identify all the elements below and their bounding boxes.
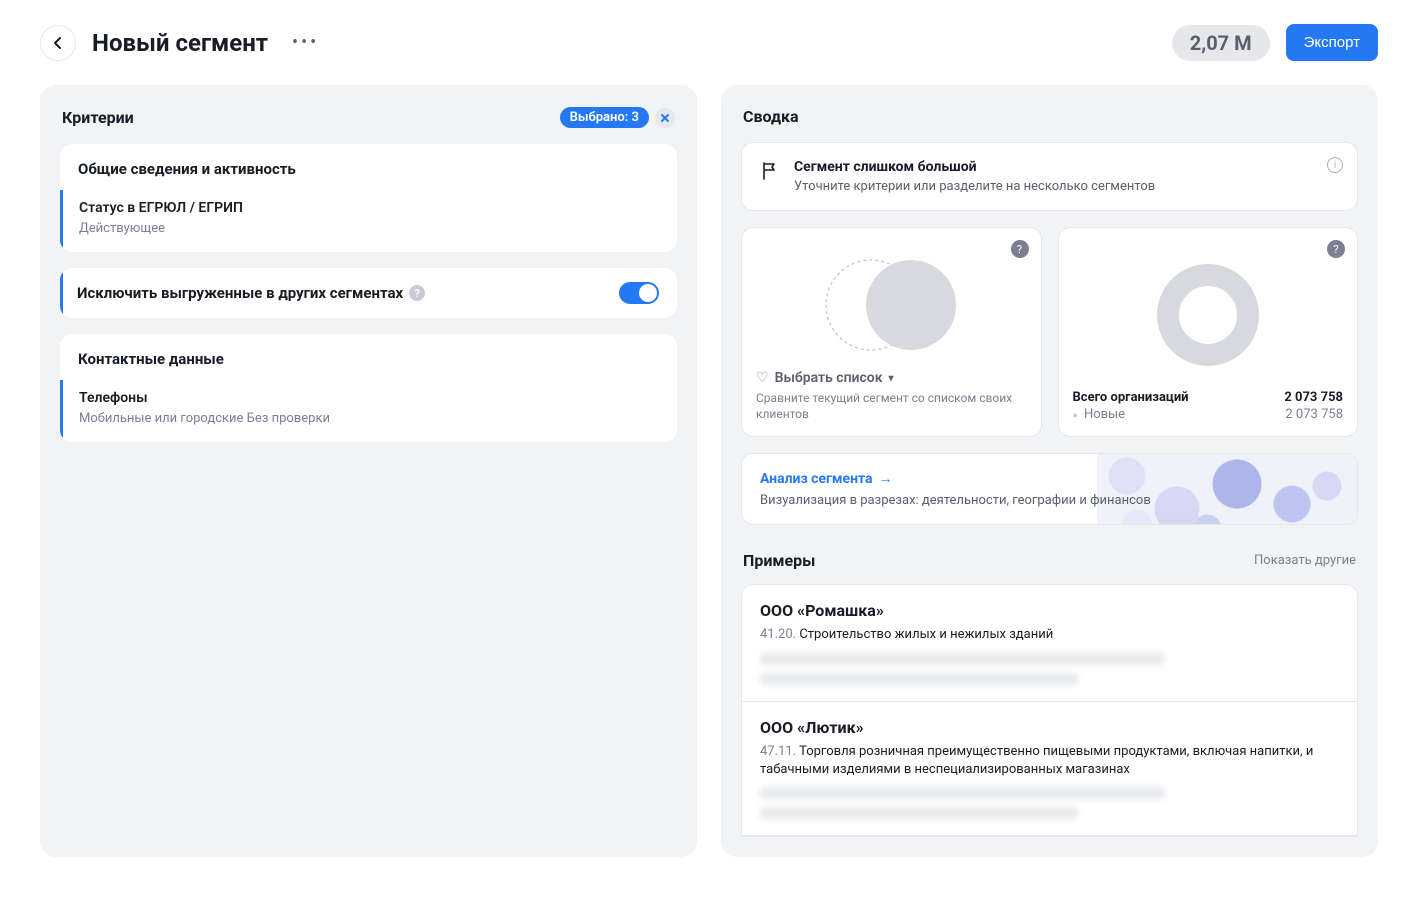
selected-count-badge[interactable]: Выбрано: 3 <box>560 107 649 128</box>
show-more-link[interactable]: Показать другие <box>1254 553 1356 568</box>
info-icon[interactable]: i <box>1327 157 1343 173</box>
help-icon[interactable]: ? <box>409 285 425 301</box>
example-code: 47.11. <box>760 744 796 759</box>
page-title: Новый сегмент <box>92 29 268 57</box>
criteria-section-title: Общие сведения и активность <box>60 144 677 190</box>
redacted-line <box>760 807 1078 819</box>
redacted-line <box>760 673 1078 685</box>
example-code: 41.20. <box>760 627 796 642</box>
heart-icon: ♡ <box>756 370 769 386</box>
criteria-card-general: Общие сведения и активность Статус в ЕГР… <box>60 144 677 252</box>
venn-diagram-icon <box>801 250 981 360</box>
examples-title: Примеры <box>743 551 815 570</box>
criteria-title: Критерии <box>62 108 134 127</box>
select-list-button[interactable]: ♡ Выбрать список ▾ <box>756 370 1027 386</box>
flag-icon <box>760 161 780 181</box>
donut-total-value: 2 073 758 <box>1284 390 1343 405</box>
exclude-toggle[interactable] <box>619 282 659 304</box>
exclude-toggle-label: Исключить выгруженные в других сегментах <box>77 284 403 302</box>
criteria-item-sub: Мобильные или городские Без проверки <box>79 410 659 428</box>
criteria-item[interactable]: Телефоны Мобильные или городские Без про… <box>60 380 677 442</box>
clear-selection-button[interactable] <box>655 108 675 128</box>
more-menu-button[interactable]: ••• <box>284 32 327 53</box>
count-badge: 2,07 М <box>1172 25 1270 61</box>
alert-title: Сегмент слишком большой <box>794 159 1155 175</box>
alert-sub: Уточните критерии или разделите на неско… <box>794 179 1155 194</box>
help-icon[interactable]: ? <box>1011 240 1029 258</box>
criteria-item-sub: Действующее <box>79 220 659 238</box>
example-name: ООО «Ромашка» <box>760 601 1339 620</box>
donut-widget: ? Всего организаций 2 073 758 Новые 2 07… <box>1058 227 1359 437</box>
close-icon <box>660 113 670 123</box>
examples-list: ООО «Ромашка» 41.20. Строительство жилых… <box>741 584 1358 837</box>
help-icon[interactable]: ? <box>1327 240 1345 258</box>
compare-widget: ? ♡ Выбрать список ▾ Сравните текущий се… <box>741 227 1042 437</box>
chevron-down-icon: ▾ <box>889 373 894 384</box>
example-desc: Строительство жилых и нежилых зданий <box>799 627 1053 642</box>
donut-new-value: 2 073 758 <box>1285 407 1343 422</box>
donut-total-label: Всего организаций <box>1073 390 1189 405</box>
criteria-item-name: Телефоны <box>79 390 659 406</box>
donut-new-label: Новые <box>1073 407 1126 422</box>
export-button[interactable]: Экспорт <box>1286 24 1378 61</box>
criteria-column: Критерии Выбрано: 3 Общие сведения и акт… <box>40 85 697 857</box>
criteria-section-title: Контактные данные <box>60 334 677 380</box>
criteria-card-contact: Контактные данные Телефоны Мобильные или… <box>60 334 677 442</box>
criteria-item-name: Статус в ЕГРЮЛ / ЕГРИП <box>79 200 659 216</box>
compare-widget-desc: Сравните текущий сегмент со списком свои… <box>756 390 1027 422</box>
alert-segment-too-big: Сегмент слишком большой Уточните критери… <box>741 142 1358 211</box>
exclude-card: Исключить выгруженные в других сегментах… <box>60 268 677 318</box>
example-name: ООО «Лютик» <box>760 718 1339 737</box>
arrow-left-icon <box>50 35 66 51</box>
criteria-item[interactable]: Статус в ЕГРЮЛ / ЕГРИП Действующее <box>60 190 677 252</box>
example-desc: Торговля розничная преимущественно пищев… <box>760 744 1313 777</box>
back-button[interactable] <box>40 25 76 61</box>
example-item[interactable]: ООО «Ромашка» 41.20. Строительство жилых… <box>742 585 1357 701</box>
analysis-link-label: Анализ сегмента <box>760 471 873 487</box>
arrow-right-icon: → <box>879 470 893 487</box>
redacted-line <box>760 787 1165 799</box>
summary-column: Сводка Сегмент слишком большой Уточните … <box>721 85 1378 857</box>
redacted-line <box>760 653 1165 665</box>
select-list-label: Выбрать список <box>775 370 883 386</box>
example-item[interactable]: ООО «Лютик» 47.11. Торговля розничная пр… <box>742 702 1357 836</box>
summary-title: Сводка <box>743 107 799 126</box>
analysis-desc: Визуализация в разрезах: деятельности, г… <box>760 493 1339 508</box>
donut-chart-icon <box>1153 260 1263 370</box>
analysis-card[interactable]: Анализ сегмента → Визуализация в разреза… <box>741 453 1358 525</box>
analysis-link: Анализ сегмента → <box>760 470 1339 487</box>
